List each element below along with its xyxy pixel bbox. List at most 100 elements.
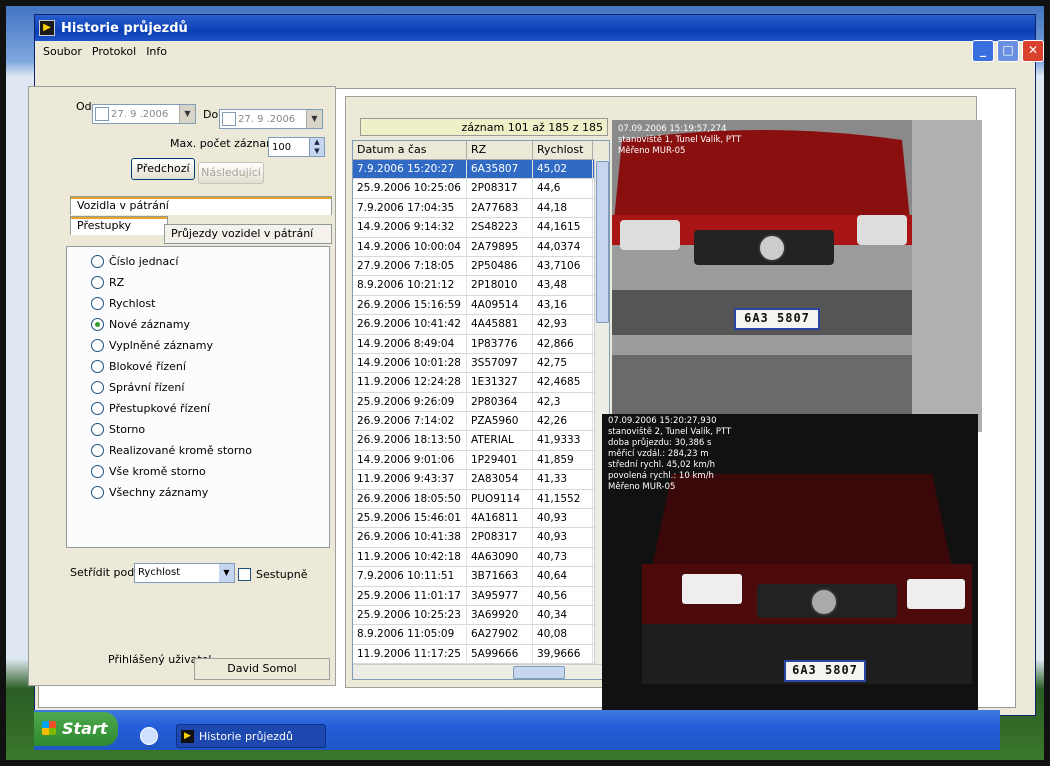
table-row[interactable]: 8.9.2006 11:05:09 6A27902 40,08: [353, 625, 609, 645]
cell-rychlost: 44,0374: [533, 237, 593, 256]
windows-logo-icon: [42, 721, 56, 735]
menu-soubor[interactable]: Soubor: [43, 45, 82, 58]
chevron-down-icon[interactable]: ▼: [219, 564, 234, 582]
radio-circle[interactable]: [91, 402, 104, 415]
scroll-thumb[interactable]: [596, 161, 609, 323]
cell-rz: PZA5960: [467, 412, 533, 431]
do-enable-checkbox[interactable]: [222, 112, 236, 126]
cell-rychlost: 42,75: [533, 353, 593, 373]
records-table[interactable]: Datum a čas RZ Rychlost 7.9.2006 15:20:2…: [352, 140, 610, 680]
spinner-icon[interactable]: ▲ ▼: [309, 138, 324, 156]
table-row[interactable]: 26.9.2006 7:14:02 PZA5960 42,26: [353, 412, 609, 432]
checkbox-box[interactable]: [238, 568, 251, 581]
radio-circle[interactable]: [91, 339, 104, 352]
cell-datum: 25.9.2006 10:25:23: [353, 605, 467, 625]
scroll-thumb[interactable]: [513, 666, 565, 679]
table-row[interactable]: 14.9.2006 9:14:32 2S48223 44,1615: [353, 218, 609, 238]
radio-vyplnene-zaznamy[interactable]: Vyplněné záznamy: [91, 339, 213, 352]
table-row[interactable]: 25.9.2006 10:25:06 2P08317 44,6: [353, 179, 609, 199]
table-row[interactable]: 26.9.2006 10:41:38 2P08317 40,93: [353, 528, 609, 548]
title-bar[interactable]: ▶ Historie průjezdů: [35, 15, 1035, 41]
table-row[interactable]: 25.9.2006 15:46:01 4A16811 40,93: [353, 509, 609, 529]
radio-nove-zaznamy[interactable]: Nové záznamy: [91, 318, 190, 331]
cell-datum: 11.9.2006 12:24:28: [353, 373, 467, 392]
radio-rychlost[interactable]: Rychlost: [91, 297, 155, 310]
radio-cislo-jednaci[interactable]: Číslo jednací: [91, 255, 178, 268]
table-row[interactable]: 26.9.2006 15:16:59 4A09514 43,16: [353, 295, 609, 316]
cell-rychlost: 41,33: [533, 470, 593, 489]
start-button[interactable]: Start: [34, 712, 118, 746]
table-row[interactable]: 11.9.2006 12:24:28 1E31327 42,4685: [353, 373, 609, 393]
radio-blokove-rizeni[interactable]: Blokové řízení: [91, 360, 186, 373]
cell-rz: 2P18010: [467, 276, 533, 295]
radio-circle[interactable]: [91, 381, 104, 394]
table-row[interactable]: 14.9.2006 10:01:28 3S57097 42,75: [353, 353, 609, 374]
previous-button[interactable]: Předchozí: [131, 158, 195, 180]
maximize-button[interactable]: □: [997, 40, 1019, 62]
table-row[interactable]: 14.9.2006 10:00:04 2A79895 44,0374: [353, 237, 609, 257]
radio-circle[interactable]: [91, 297, 104, 310]
chevron-down-icon[interactable]: ▼: [306, 110, 322, 128]
radio-circle[interactable]: [91, 276, 104, 289]
max-records-input[interactable]: 100 ▲ ▼: [268, 137, 325, 157]
menu-info[interactable]: Info: [146, 45, 167, 58]
table-row[interactable]: 7.9.2006 17:04:35 2A77683 44,18: [353, 198, 609, 219]
od-enable-checkbox[interactable]: [95, 107, 109, 121]
cell-rz: 2P08317: [467, 179, 533, 198]
column-header-rychlost[interactable]: Rychlost: [533, 141, 593, 159]
vehicle-photo-front-2[interactable]: 07.09.2006 15:20:27,930 stanoviště 2, Tu…: [602, 414, 978, 720]
tab-pruajezdy-vozidel[interactable]: Průjezdy vozidel v pátrání: [164, 224, 332, 244]
do-date-picker[interactable]: 27. 9 .2006 ▼: [219, 109, 323, 129]
radio-rz[interactable]: RZ: [91, 276, 124, 289]
radio-circle[interactable]: [91, 486, 104, 499]
radio-circle[interactable]: [91, 465, 104, 478]
radio-circle[interactable]: [91, 423, 104, 436]
table-row[interactable]: 11.9.2006 11:17:25 5A99666 39,9666: [353, 644, 609, 665]
radio-realizovane-krome-storno[interactable]: Realizované kromě storno: [91, 444, 252, 457]
table-row[interactable]: 14.9.2006 8:49:04 1P83776 42,866: [353, 334, 609, 354]
table-row[interactable]: 11.9.2006 10:42:18 4A63090 40,73: [353, 547, 609, 568]
od-date-picker[interactable]: 27. 9 .2006 ▼: [92, 104, 196, 124]
table-row[interactable]: 7.9.2006 10:11:51 3B71663 40,64: [353, 567, 609, 587]
table-row[interactable]: 7.9.2006 15:20:27 6A35807 45,02: [353, 160, 609, 180]
radio-vse-krome-storno[interactable]: Vše kromě storno: [91, 465, 206, 478]
radio-vsechny-zaznamy[interactable]: Všechny záznamy: [91, 486, 208, 499]
table-row[interactable]: 26.9.2006 10:41:42 4A45881 42,93: [353, 315, 609, 335]
quick-launch-icon[interactable]: [140, 727, 158, 745]
close-button[interactable]: ✕: [1022, 40, 1044, 62]
table-row[interactable]: 25.9.2006 9:26:09 2P80364 42,3: [353, 392, 609, 413]
table-row[interactable]: 26.9.2006 18:05:50 PUO9114 41,1552: [353, 489, 609, 510]
radio-prestupkove-rizeni[interactable]: Přestupkové řízení: [91, 402, 210, 415]
column-header-datum[interactable]: Datum a čas: [353, 141, 467, 159]
tab-prestupky[interactable]: Přestupky: [70, 216, 168, 235]
horizontal-scrollbar[interactable]: [353, 664, 609, 679]
sort-select[interactable]: Rychlost ▼: [134, 563, 235, 583]
radio-label: Storno: [109, 423, 146, 436]
cell-datum: 7.9.2006 15:20:27: [353, 160, 467, 179]
table-row[interactable]: 25.9.2006 10:25:23 3A69920 40,34: [353, 605, 609, 626]
radio-circle[interactable]: [91, 255, 104, 268]
table-row[interactable]: 26.9.2006 18:13:50 ATERIAL 41,9333: [353, 431, 609, 451]
minimize-button[interactable]: _: [972, 40, 994, 62]
taskbar-item-historie[interactable]: ▶ Historie průjezdů: [176, 724, 326, 748]
radio-label: Přestupkové řízení: [109, 402, 211, 415]
column-header-rz[interactable]: RZ: [467, 141, 533, 159]
radio-storno[interactable]: Storno: [91, 423, 145, 436]
radio-circle[interactable]: [91, 360, 104, 373]
radio-circle-selected[interactable]: [91, 318, 104, 331]
table-row[interactable]: 11.9.2006 9:43:37 2A83054 41,33: [353, 470, 609, 490]
table-row[interactable]: 25.9.2006 11:01:17 3A95977 40,56: [353, 586, 609, 606]
radio-label: Správní řízení: [109, 381, 185, 394]
vehicle-photo-front-1[interactable]: 07.09.2006 15:19:57,274 stanoviště 1, Tu…: [612, 120, 982, 432]
tab-vozidla-v-patrani[interactable]: Vozidla v pátrání: [70, 196, 332, 215]
taskbar-item-label: Historie průjezdů: [199, 730, 293, 743]
radio-circle[interactable]: [91, 444, 104, 457]
radio-spravni-rizeni[interactable]: Správní řízení: [91, 381, 184, 394]
descending-checkbox[interactable]: Sestupně: [238, 568, 308, 581]
menu-protokol[interactable]: Protokol: [92, 45, 136, 58]
table-row[interactable]: 14.9.2006 9:01:06 1P29401 41,859: [353, 450, 609, 471]
cell-datum: 14.9.2006 9:01:06: [353, 450, 467, 470]
table-row[interactable]: 8.9.2006 10:21:12 2P18010 43,48: [353, 276, 609, 296]
table-row[interactable]: 27.9.2006 7:18:05 2P50486 43,7106: [353, 256, 609, 277]
chevron-down-icon[interactable]: ▼: [179, 105, 195, 123]
